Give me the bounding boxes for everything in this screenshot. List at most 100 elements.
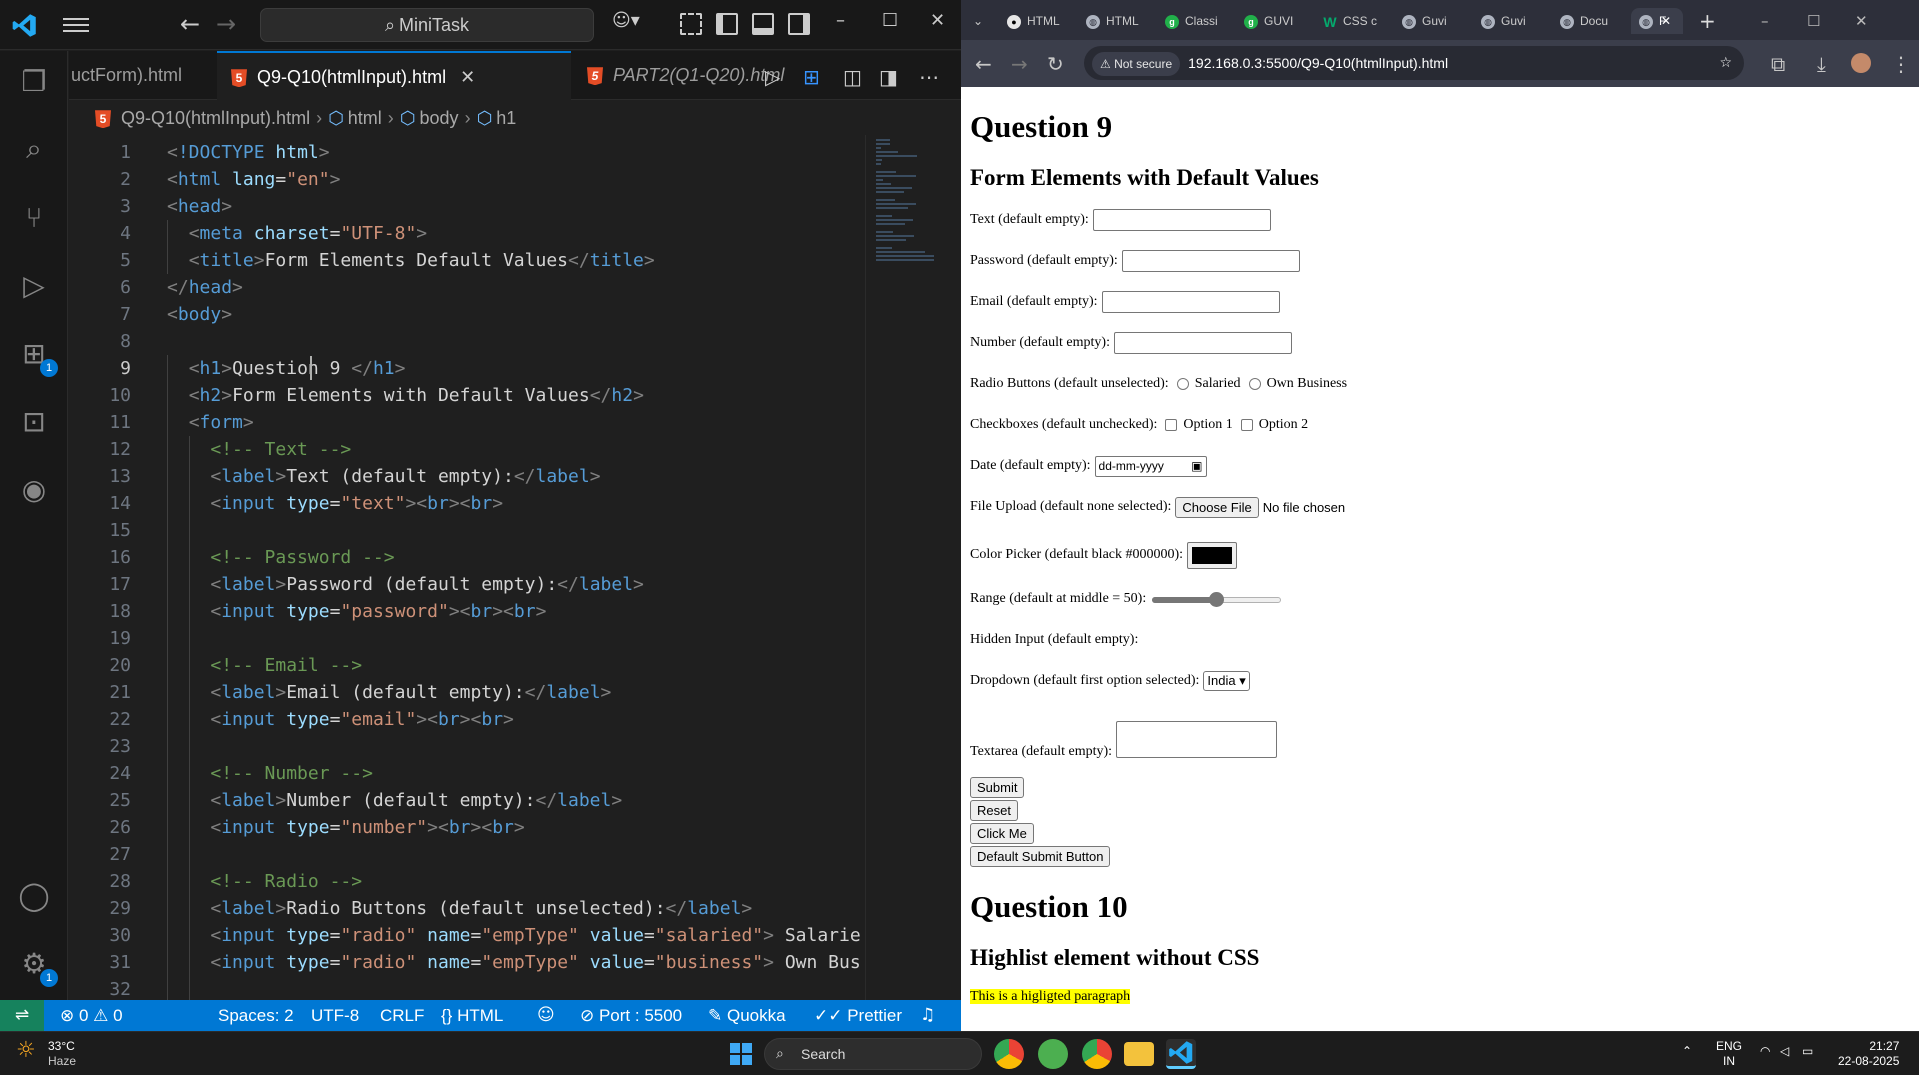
run-debug-icon[interactable]: ▷ xyxy=(16,267,52,303)
github-icon[interactable]: ◉ xyxy=(16,471,52,507)
chrome-menu-icon[interactable]: ⋮ xyxy=(1891,52,1911,76)
click-me-button[interactable]: Click Me xyxy=(970,823,1034,844)
battery-icon[interactable]: ▭ xyxy=(1802,1044,1813,1059)
code-line[interactable]: 2 <html lang="en"> xyxy=(69,166,865,193)
go-live-icon[interactable]: ⊞ xyxy=(803,65,820,89)
back-arrow-icon[interactable]: ← xyxy=(975,52,992,76)
date-input[interactable]: dd-mm-yyyy ▣ xyxy=(1094,455,1207,477)
breadcrumb-body[interactable]: body xyxy=(420,108,459,128)
checkbox-option1[interactable] xyxy=(1165,419,1178,431)
tray-chevron-icon[interactable]: ⌃ xyxy=(1682,1044,1692,1059)
code-line[interactable]: 9 <h1>Question 9 </h1> xyxy=(69,355,865,382)
toggle-sidebar-icon[interactable] xyxy=(716,13,738,35)
code-line[interactable]: 6 </head> xyxy=(69,274,865,301)
close-tab-icon[interactable]: ✕ xyxy=(460,53,475,100)
chrome-tab[interactable]: W CSS c xyxy=(1315,8,1378,34)
radio-own-business[interactable] xyxy=(1248,378,1261,390)
menu-icon[interactable] xyxy=(63,14,89,36)
breadcrumb-file[interactable]: Q9-Q10(htmlInput).html xyxy=(121,108,310,128)
windows-start-icon[interactable] xyxy=(726,1039,756,1069)
code-line[interactable]: 10 <h2>Form Elements with Default Values… xyxy=(69,382,865,409)
quokka-status[interactable]: ✎ Quokka xyxy=(708,1000,786,1031)
default-submit-button[interactable]: Default Submit Button xyxy=(970,846,1111,867)
text-input[interactable] xyxy=(1092,209,1271,231)
taskbar-search[interactable]: ⌕ Search xyxy=(764,1038,982,1070)
code-line[interactable]: 1 <!DOCTYPE html> xyxy=(69,139,865,166)
app-taskbar-icon[interactable] xyxy=(1038,1039,1068,1069)
language-indicator[interactable]: ENG IN xyxy=(1716,1039,1742,1069)
choose-file-button[interactable]: Choose File xyxy=(1175,496,1259,518)
weather-widget[interactable]: 33°C Haze xyxy=(48,1039,76,1069)
chrome-tab[interactable]: ◍ HTML xyxy=(1078,8,1141,34)
back-arrow-icon[interactable]: ← xyxy=(180,10,200,38)
download-icon[interactable]: ⤓ xyxy=(1817,52,1826,76)
code-line[interactable]: 3 <head> xyxy=(69,193,865,220)
eol-status[interactable]: CRLF xyxy=(380,1000,424,1031)
weather-icon[interactable]: ☼ xyxy=(16,1038,36,1063)
forward-arrow-icon[interactable]: → xyxy=(1011,52,1028,76)
radio-salaried[interactable] xyxy=(1176,378,1189,390)
open-preview-icon[interactable]: ◫ xyxy=(843,65,862,89)
tab-search-icon[interactable]: ⌄ xyxy=(973,8,993,34)
code-line[interactable]: 7 <body> xyxy=(69,301,865,328)
chrome-tab[interactable]: ◍ Docu xyxy=(1552,8,1615,34)
bookmark-star-icon[interactable]: ☆ xyxy=(1719,46,1732,80)
submit-button[interactable]: Submit xyxy=(970,777,1025,798)
reset-button[interactable]: Reset xyxy=(970,800,1018,821)
account-icon[interactable]: ◯ xyxy=(16,877,52,913)
breadcrumb-h1[interactable]: h1 xyxy=(496,108,516,128)
notifications-bell-icon[interactable]: ♫ xyxy=(920,1000,935,1031)
code-line[interactable]: 4 <meta charset="UTF-8"> xyxy=(69,220,865,247)
minimap[interactable] xyxy=(865,135,961,1000)
password-input[interactable] xyxy=(1121,250,1300,272)
indentation-status[interactable]: Spaces: 2 xyxy=(218,1000,294,1031)
chrome-tab[interactable]: g Classi xyxy=(1157,8,1220,34)
chrome-taskbar-icon[interactable] xyxy=(994,1039,1024,1069)
code-line[interactable]: 11 <form> xyxy=(69,409,865,436)
explorer-icon[interactable]: ❐ xyxy=(16,63,52,99)
close-button[interactable]: ✕ xyxy=(930,10,945,31)
chrome-tab[interactable]: ● HTML xyxy=(999,8,1062,34)
breadcrumb-html[interactable]: html xyxy=(348,108,382,128)
code-editor[interactable]: 1 <!DOCTYPE html> 2 <html lang="en"> 3 <head>… xyxy=(69,135,865,1000)
encoding-status[interactable]: UTF-8 xyxy=(311,1000,359,1031)
range-slider[interactable] xyxy=(1152,591,1282,607)
tab-part2[interactable]: 5 PART2(Q1-Q20).html xyxy=(573,51,823,100)
file-explorer-icon[interactable] xyxy=(1124,1042,1154,1066)
remote-indicator-icon[interactable]: ⇌ xyxy=(0,1000,44,1031)
country-dropdown[interactable]: India ▾ xyxy=(1203,671,1250,691)
copilot-status-icon[interactable]: ☺ xyxy=(537,1000,555,1031)
toggle-panel-icon[interactable] xyxy=(752,13,774,35)
minimize-button[interactable]: – xyxy=(836,10,845,31)
layout-icon[interactable] xyxy=(680,13,702,35)
source-control-icon[interactable]: ⑂ xyxy=(16,199,52,235)
calendar-icon[interactable]: ▣ xyxy=(1191,457,1202,476)
new-tab-button[interactable]: + xyxy=(1699,8,1719,34)
number-input[interactable] xyxy=(1113,332,1292,354)
chrome-tab[interactable]: g GUVI xyxy=(1236,8,1299,34)
tab-q9-q10[interactable]: 5 Q9-Q10(htmlInput).html ✕ xyxy=(217,51,571,100)
wifi-icon[interactable]: ◠ xyxy=(1760,1044,1770,1059)
extensions-icon[interactable]: ⊞ 1 xyxy=(16,335,58,377)
code-line[interactable]: 8 xyxy=(69,328,865,355)
toggle-secondary-sidebar-icon[interactable] xyxy=(788,13,810,35)
settings-gear-icon[interactable]: ⚙ 1 xyxy=(16,945,58,987)
vscode-taskbar-icon[interactable] xyxy=(1166,1039,1196,1069)
tab-form[interactable]: uctForm).html xyxy=(69,51,215,100)
search-icon[interactable]: ⌕ xyxy=(16,131,52,167)
profile-avatar[interactable] xyxy=(1851,53,1871,73)
color-picker[interactable] xyxy=(1187,541,1238,569)
minimize-button[interactable]: – xyxy=(1761,8,1781,34)
remote-explorer-icon[interactable]: ⊡ xyxy=(16,403,52,439)
volume-icon[interactable]: ◁ xyxy=(1780,1044,1789,1059)
security-chip[interactable]: ⚠ Not secure xyxy=(1092,52,1181,76)
chrome-profile-taskbar-icon[interactable] xyxy=(1082,1039,1112,1069)
prettier-status[interactable]: ✓✓ Prettier xyxy=(814,1000,902,1031)
problems-indicator[interactable]: ⊗ 0 ⚠ 0 xyxy=(60,1000,123,1031)
textarea[interactable] xyxy=(1116,721,1278,758)
language-mode-status[interactable]: {} HTML xyxy=(441,1000,503,1031)
forward-arrow-icon[interactable]: → xyxy=(216,10,236,38)
address-bar[interactable]: ⚠ Not secure 192.168.0.3:5500/Q9-Q10(html… xyxy=(1084,46,1744,80)
close-button[interactable]: ✕ xyxy=(1855,8,1875,34)
email-input[interactable] xyxy=(1101,291,1280,313)
